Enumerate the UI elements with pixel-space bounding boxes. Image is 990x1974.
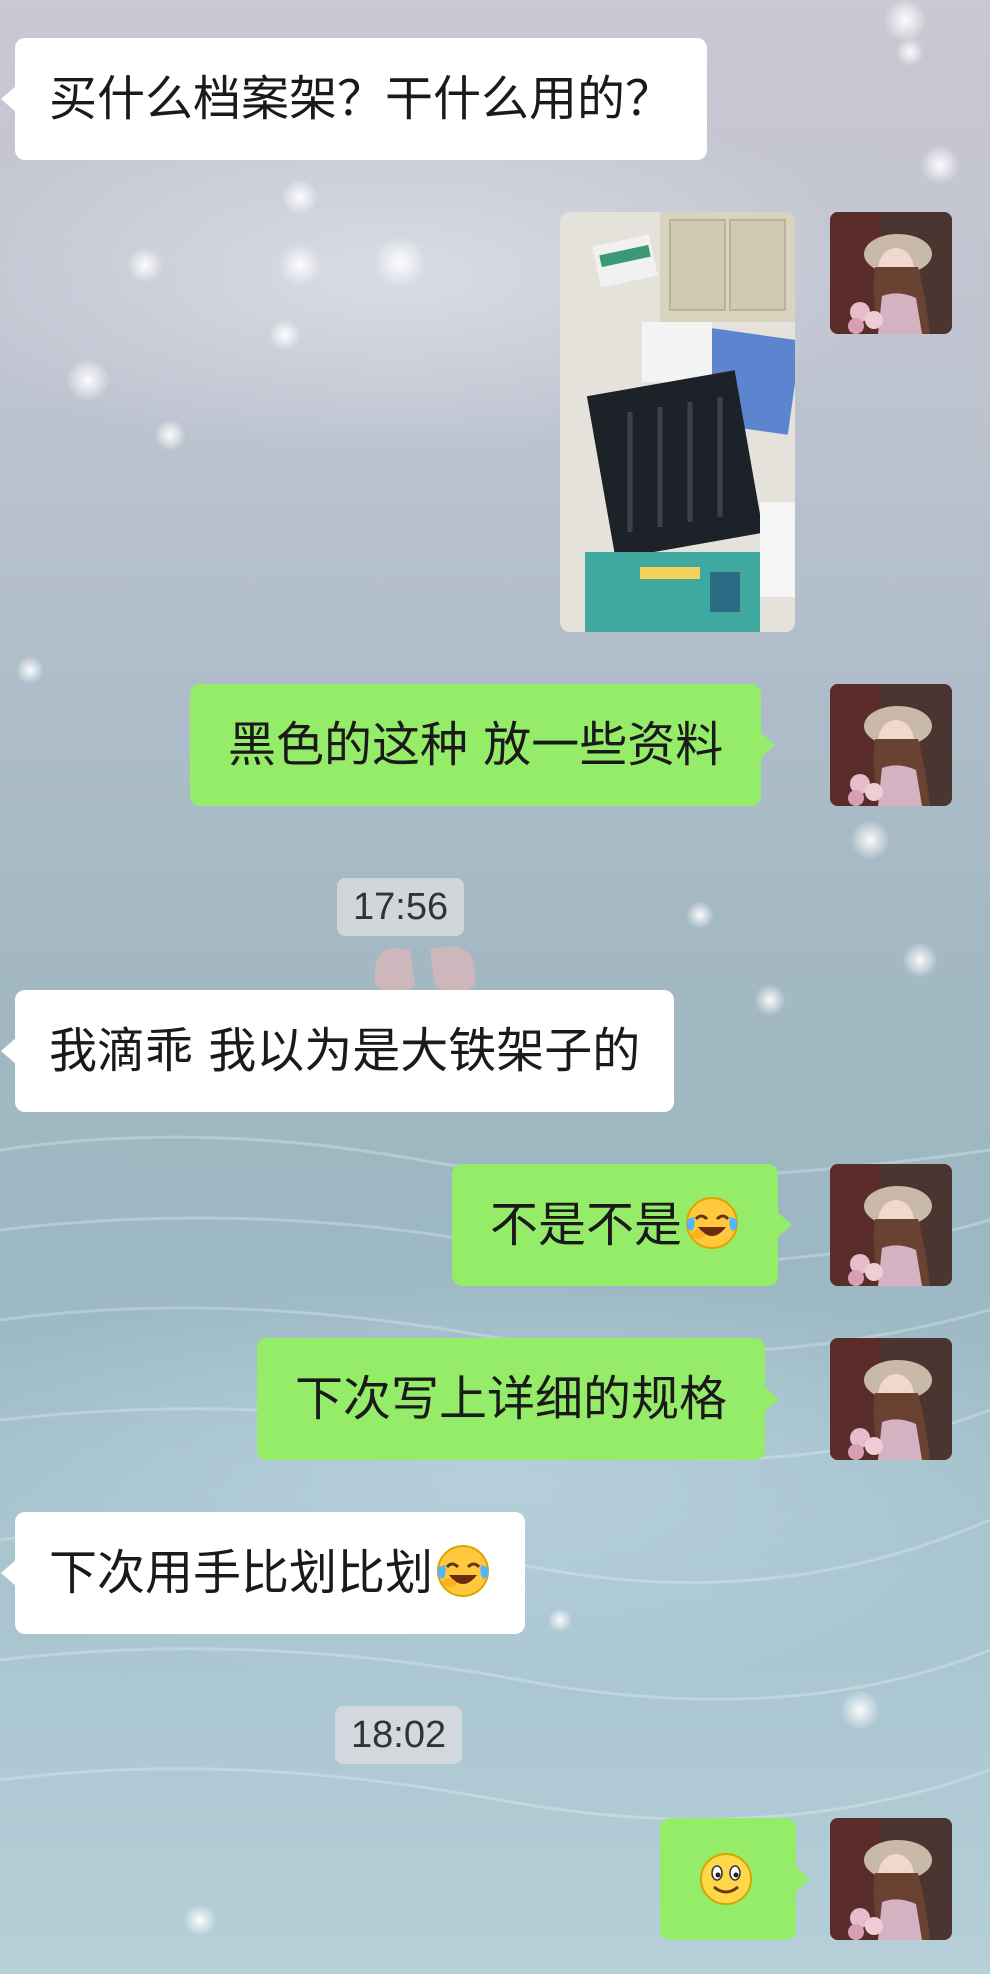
office-photo-file-rack-icon — [560, 212, 795, 632]
user-avatar-girl-icon — [830, 1164, 952, 1286]
sent-image-message[interactable] — [560, 212, 795, 632]
chat-message-list[interactable]: 买什么档案架？干什么用的？ 黑色的这种 放一些资料 17:56 我滴乖 我以为是… — [0, 0, 990, 1974]
user-avatar[interactable] — [830, 212, 952, 334]
user-avatar-girl-icon — [830, 212, 952, 334]
incoming-message-bubble[interactable]: 买什么档案架？干什么用的？ — [0, 38, 708, 160]
laugh-cry-emoji-icon — [435, 1543, 491, 1599]
message-text: 买什么档案架？干什么用的？ — [49, 71, 674, 127]
message-text: 下次用手比划比划 — [49, 1545, 434, 1601]
message-text: 不是不是 — [490, 1197, 683, 1253]
outgoing-message-bubble[interactable]: 黑色的这种 放一些资料 — [190, 684, 776, 806]
timestamp: 17:56 — [337, 878, 465, 936]
smile-emoji-icon — [698, 1851, 754, 1907]
incoming-message-bubble[interactable]: 下次用手比划比划 — [0, 1512, 526, 1634]
message-text: 黑色的这种 放一些资料 — [228, 717, 724, 773]
outgoing-message-bubble[interactable]: 下次写上详细的规格 — [257, 1338, 780, 1460]
laugh-cry-emoji-icon — [684, 1195, 740, 1251]
outgoing-message-bubble[interactable]: 不是不是 — [452, 1164, 793, 1286]
user-avatar-girl-icon — [830, 684, 952, 806]
user-avatar[interactable] — [830, 684, 952, 806]
user-avatar[interactable] — [830, 1164, 952, 1286]
message-text: 下次写上详细的规格 — [295, 1371, 728, 1427]
user-avatar-girl-icon — [830, 1818, 952, 1940]
message-text: 我滴乖 我以为是大铁架子的 — [49, 1023, 641, 1079]
outgoing-emoji-message[interactable] — [660, 1818, 810, 1940]
incoming-message-bubble[interactable]: 我滴乖 我以为是大铁架子的 — [0, 990, 675, 1112]
user-avatar[interactable] — [830, 1818, 952, 1940]
user-avatar-girl-icon — [830, 1338, 952, 1460]
user-avatar[interactable] — [830, 1338, 952, 1460]
timestamp: 18:02 — [335, 1706, 463, 1764]
